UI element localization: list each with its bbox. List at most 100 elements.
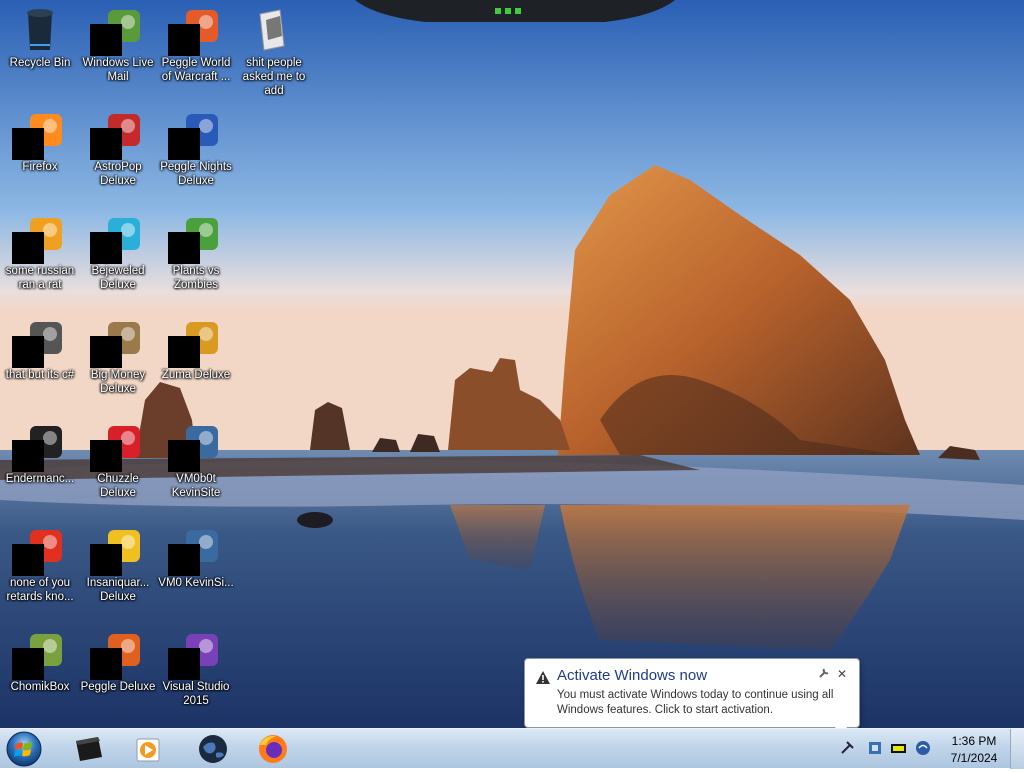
redaction-block — [168, 440, 200, 472]
redaction-block — [12, 440, 44, 472]
desktop-icon[interactable]: Endermanc... — [0, 418, 80, 518]
desktop-icon-label: Bejeweled Deluxe — [91, 265, 145, 291]
desktop-icon[interactable]: Peggle Nights Deluxe — [156, 106, 236, 206]
chuzzle-icon — [90, 422, 142, 472]
desktop-icon[interactable]: Insaniquar... Deluxe — [78, 522, 158, 622]
redaction-block — [12, 232, 44, 264]
wrench-icon[interactable] — [817, 667, 831, 681]
plants-vs-zombies-icon — [168, 214, 220, 264]
redaction-block — [90, 544, 122, 576]
visual-studio-icon — [168, 630, 220, 680]
desktop-icon-label: some russian ran a rat — [5, 265, 75, 291]
desktop-icon[interactable]: ChomikBox — [0, 626, 80, 726]
top-bar-gadget[interactable] — [355, 0, 675, 26]
desktop-icon[interactable]: Windows Live Mail — [78, 2, 158, 102]
zuma-icon — [168, 318, 220, 368]
desktop-icon-label: Zuma Deluxe — [161, 369, 231, 381]
desktop-icon-label: Chuzzle Deluxe — [97, 473, 139, 499]
peggle-nights-icon — [168, 110, 220, 160]
desktop-icon-label: Big Money Deluxe — [90, 369, 146, 395]
desktop-icon-label: Endermanc... — [5, 473, 75, 485]
vm-icon — [168, 422, 220, 472]
taskbar-firefox-icon[interactable] — [246, 731, 300, 767]
notification-message: You must activate Windows today to conti… — [557, 689, 834, 716]
warning-icon — [536, 671, 550, 684]
desktop-icon[interactable]: VM0b0t KevinSite — [156, 418, 236, 518]
bejeweled-icon — [90, 214, 142, 264]
redaction-block — [90, 648, 122, 680]
peggle-icon — [90, 630, 142, 680]
mail-icon — [90, 6, 142, 56]
clock-time: 1:36 PM — [951, 734, 997, 748]
taskbar-globe-icon[interactable] — [186, 731, 240, 767]
desktop-icon[interactable]: Recycle Bin — [0, 2, 80, 102]
close-icon[interactable]: ✕ — [835, 667, 849, 681]
desktop-icon-label: VM0 KevinSi... — [158, 577, 234, 589]
start-button[interactable] — [4, 730, 44, 768]
shortcut-icon — [12, 318, 64, 368]
program-icon — [12, 214, 64, 264]
desktop-icon[interactable]: shit people asked me to add — [234, 2, 314, 102]
recycle-bin-icon — [16, 6, 64, 54]
desktop-icon-label: Firefox — [22, 161, 58, 173]
redaction-block — [12, 648, 44, 680]
desktop-icon-label: Recycle Bin — [9, 57, 71, 69]
system-clock[interactable]: 1:36 PM 7/1/2024 — [932, 733, 1016, 767]
tray-settings-icon[interactable] — [838, 739, 856, 757]
desktop-icon[interactable]: Firefox — [0, 106, 80, 206]
activation-notification[interactable]: Activate Windows now You must activate W… — [524, 658, 860, 728]
desktop-icon-label: Visual Studio 2015 — [162, 681, 230, 707]
desktop-icon[interactable]: VM0 KevinSi... — [156, 522, 236, 622]
desktop-icon[interactable]: none of you retards kno... — [0, 522, 80, 622]
taskbar: 1:36 PM 7/1/2024 — [0, 728, 1024, 769]
folder-icon — [250, 6, 298, 54]
desktop-icon[interactable]: Bejeweled Deluxe — [78, 210, 158, 310]
redaction-block — [12, 336, 44, 368]
desktop-icon[interactable]: Plants vs Zombies — [156, 210, 236, 310]
redaction-block — [90, 440, 122, 472]
desktop-icon-label: Peggle World of Warcraft ... — [161, 57, 231, 83]
desktop-icon-label: VM0b0t KevinSite — [171, 473, 221, 499]
redaction-block — [90, 24, 122, 56]
desktop-icon[interactable]: some russian ran a rat — [0, 210, 80, 310]
show-desktop-button[interactable] — [1010, 729, 1024, 769]
desktop-icon[interactable]: Peggle World of Warcraft ... — [156, 2, 236, 102]
redaction-block — [168, 648, 200, 680]
redaction-block — [90, 336, 122, 368]
tray-battery-icon[interactable] — [890, 739, 908, 757]
desktop-icon-label: Peggle Deluxe — [80, 681, 156, 693]
desktop-icon-label: that but its c# — [5, 369, 75, 381]
redaction-block — [168, 232, 200, 264]
desktop-icon-label: shit people asked me to add — [242, 57, 306, 97]
desktop-icon-label: ChomikBox — [10, 681, 70, 693]
desktop-icon-label: Plants vs Zombies — [172, 265, 220, 291]
desktop-icon[interactable]: Peggle Deluxe — [78, 626, 158, 726]
redaction-block — [12, 128, 44, 160]
notification-title: Activate Windows now — [557, 667, 708, 684]
redaction-block — [168, 24, 200, 56]
tray-device-icon[interactable] — [866, 739, 884, 757]
taskbar-media-player-icon[interactable] — [121, 731, 175, 767]
peggle-wow-icon — [168, 6, 220, 56]
desktop-icon[interactable]: AstroPop Deluxe — [78, 106, 158, 206]
desktop-icon[interactable]: that but its c# — [0, 314, 80, 414]
tray-network-icon[interactable] — [914, 739, 932, 757]
desktop-icon-label: Insaniquar... Deluxe — [86, 577, 150, 603]
desktop-icon[interactable]: Zuma Deluxe — [156, 314, 236, 414]
firefox-icon — [12, 110, 64, 160]
app-icon — [12, 526, 64, 576]
redaction-block — [168, 544, 200, 576]
vm-icon — [168, 526, 220, 576]
insaniquarium-icon — [90, 526, 142, 576]
desktop-icon[interactable]: Chuzzle Deluxe — [78, 418, 158, 518]
big-money-icon — [90, 318, 142, 368]
terminal-icon — [12, 422, 64, 472]
desktop-icon[interactable]: Visual Studio 2015 — [156, 626, 236, 726]
desktop-icon[interactable]: Big Money Deluxe — [78, 314, 158, 414]
clock-date: 7/1/2024 — [950, 751, 998, 765]
desktop-icon-label: none of you retards kno... — [6, 577, 74, 603]
astropop-icon — [90, 110, 142, 160]
taskbar-command-box-icon[interactable] — [62, 731, 116, 767]
redaction-block — [90, 232, 122, 264]
desktop-icon-label: Windows Live Mail — [82, 57, 154, 83]
